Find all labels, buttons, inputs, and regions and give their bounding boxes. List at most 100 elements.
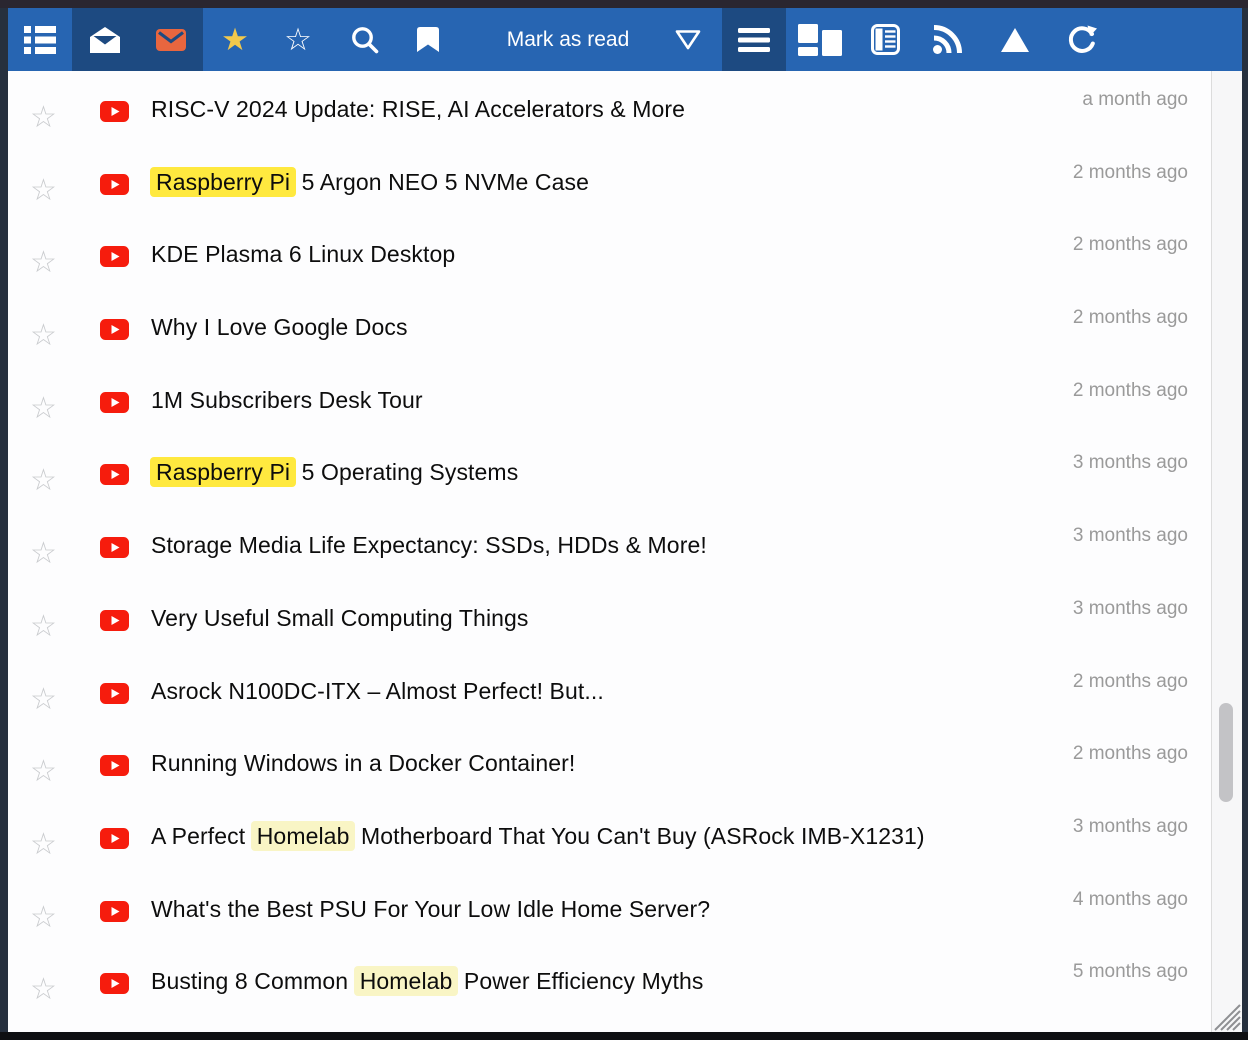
item-date: 2 months ago bbox=[1073, 380, 1188, 402]
list-item[interactable]: ☆ What's the Best PSU For Your Low Idle … bbox=[8, 872, 1212, 945]
list-item[interactable]: ☆ Asrock N100DC-ITX – Almost Perfect! Bu… bbox=[8, 654, 1212, 727]
mark-as-read-button[interactable]: Mark as read bbox=[458, 8, 678, 71]
subscribe-feed-button[interactable] bbox=[919, 8, 975, 71]
window-frame-bottom bbox=[0, 1032, 1248, 1040]
star-outline-icon[interactable]: ☆ bbox=[30, 248, 57, 278]
star-outline-icon[interactable]: ☆ bbox=[30, 539, 57, 569]
menu-button[interactable] bbox=[722, 8, 786, 71]
star-outline-icon[interactable]: ☆ bbox=[30, 975, 57, 1005]
dropdown-triangle-icon bbox=[674, 29, 702, 51]
item-date: 2 months ago bbox=[1073, 671, 1188, 693]
item-title: What's the Best PSU For Your Low Idle Ho… bbox=[151, 896, 710, 923]
flag-starred-button[interactable]: ★ bbox=[207, 8, 263, 71]
list-item[interactable]: ☆ Raspberry Pi 5 Operating Systems 3 mon… bbox=[8, 435, 1212, 508]
item-date: 2 months ago bbox=[1073, 307, 1188, 329]
rss-icon bbox=[932, 25, 962, 55]
item-date: 2 months ago bbox=[1073, 743, 1188, 765]
youtube-icon bbox=[100, 901, 129, 922]
article-rows: ☆ RISC-V 2024 Update: RISE, AI Accelerat… bbox=[8, 72, 1212, 1017]
youtube-icon bbox=[100, 246, 129, 267]
scroll-to-top-button[interactable] bbox=[987, 8, 1043, 71]
scrollbar-thumb[interactable] bbox=[1219, 703, 1233, 802]
resize-grip[interactable] bbox=[1207, 997, 1241, 1031]
item-date: 2 months ago bbox=[1073, 234, 1188, 256]
list-item[interactable]: ☆ Storage Media Life Expectancy: SSDs, H… bbox=[8, 508, 1212, 581]
toolbar: ★ ☆ Mark as read bbox=[8, 8, 1242, 71]
item-date: 2 months ago bbox=[1073, 162, 1188, 184]
youtube-icon bbox=[100, 319, 129, 340]
item-title: RISC-V 2024 Update: RISE, AI Accelerator… bbox=[151, 96, 685, 123]
item-date: 4 months ago bbox=[1073, 889, 1188, 911]
refresh-icon bbox=[1066, 24, 1098, 56]
star-filled-icon: ★ bbox=[221, 24, 249, 55]
mark-read-envelope-button[interactable] bbox=[90, 27, 120, 53]
list-icon bbox=[24, 26, 56, 54]
list-item[interactable]: ☆ RISC-V 2024 Update: RISE, AI Accelerat… bbox=[8, 72, 1212, 145]
youtube-icon bbox=[100, 464, 129, 485]
star-outline-icon[interactable]: ☆ bbox=[30, 176, 57, 206]
list-view-button[interactable] bbox=[12, 8, 68, 71]
article-pane-button[interactable] bbox=[857, 8, 913, 71]
item-date: 3 months ago bbox=[1073, 816, 1188, 838]
item-title: Raspberry Pi 5 Operating Systems bbox=[151, 459, 518, 486]
list-item[interactable]: ☆ Running Windows in a Docker Container!… bbox=[8, 726, 1212, 799]
article-list: ☆ RISC-V 2024 Update: RISE, AI Accelerat… bbox=[8, 71, 1242, 1032]
item-title: Storage Media Life Expectancy: SSDs, HDD… bbox=[151, 532, 707, 559]
item-title: A Perfect Homelab Motherboard That You C… bbox=[151, 823, 925, 850]
scrollbar-track[interactable] bbox=[1211, 71, 1242, 1032]
star-outline-icon[interactable]: ☆ bbox=[30, 757, 57, 787]
item-date: 5 months ago bbox=[1073, 961, 1188, 983]
feed-reader-window: ★ ☆ Mark as read bbox=[8, 8, 1242, 1032]
item-title: Running Windows in a Docker Container! bbox=[151, 750, 575, 777]
item-date: 3 months ago bbox=[1073, 525, 1188, 547]
item-date: a month ago bbox=[1082, 89, 1188, 111]
item-title: Very Useful Small Computing Things bbox=[151, 605, 529, 632]
list-item[interactable]: ☆ Very Useful Small Computing Things 3 m… bbox=[8, 581, 1212, 654]
star-outline-icon[interactable]: ☆ bbox=[30, 830, 57, 860]
mark-unread-envelope-button[interactable] bbox=[156, 29, 186, 51]
star-outline-icon[interactable]: ☆ bbox=[30, 394, 57, 424]
youtube-icon bbox=[100, 828, 129, 849]
layout-view-button[interactable] bbox=[788, 8, 852, 71]
list-item[interactable]: ☆ KDE Plasma 6 Linux Desktop 2 months ag… bbox=[8, 217, 1212, 290]
item-date: 3 months ago bbox=[1073, 598, 1188, 620]
star-outline-icon[interactable]: ☆ bbox=[30, 103, 57, 133]
unflag-star-button[interactable]: ☆ bbox=[270, 8, 326, 71]
item-date: 3 months ago bbox=[1073, 452, 1188, 474]
list-item[interactable]: ☆ Raspberry Pi 5 Argon NEO 5 NVMe Case 2… bbox=[8, 145, 1212, 218]
read-filter-group bbox=[72, 8, 203, 71]
youtube-icon bbox=[100, 101, 129, 122]
item-title: Why I Love Google Docs bbox=[151, 314, 408, 341]
star-outline-icon[interactable]: ☆ bbox=[30, 466, 57, 496]
youtube-icon bbox=[100, 973, 129, 994]
open-envelope-icon bbox=[90, 27, 120, 53]
youtube-icon bbox=[100, 683, 129, 704]
layout-grid-icon bbox=[798, 24, 842, 56]
search-icon bbox=[350, 25, 379, 54]
youtube-icon bbox=[100, 174, 129, 195]
menu-icon bbox=[738, 27, 770, 53]
list-item[interactable]: ☆ A Perfect Homelab Motherboard That You… bbox=[8, 799, 1212, 872]
search-button[interactable] bbox=[336, 8, 392, 71]
refresh-button[interactable] bbox=[1054, 8, 1110, 71]
youtube-icon bbox=[100, 610, 129, 631]
mark-read-dropdown-button[interactable] bbox=[660, 8, 716, 71]
star-outline-icon: ☆ bbox=[284, 24, 312, 55]
item-title: Asrock N100DC-ITX – Almost Perfect! But.… bbox=[151, 678, 604, 705]
youtube-icon bbox=[100, 392, 129, 413]
bookmark-button[interactable] bbox=[400, 8, 456, 71]
star-outline-icon[interactable]: ☆ bbox=[30, 903, 57, 933]
star-outline-icon[interactable]: ☆ bbox=[30, 612, 57, 642]
list-item[interactable]: ☆ Busting 8 Common Homelab Power Efficie… bbox=[8, 944, 1212, 1017]
list-item[interactable]: ☆ 1M Subscribers Desk Tour 2 months ago bbox=[8, 363, 1212, 436]
star-outline-icon[interactable]: ☆ bbox=[30, 321, 57, 351]
bookmark-icon bbox=[416, 26, 440, 53]
mark-as-read-label: Mark as read bbox=[507, 28, 630, 52]
youtube-icon bbox=[100, 755, 129, 776]
star-outline-icon[interactable]: ☆ bbox=[30, 685, 57, 715]
youtube-icon bbox=[100, 537, 129, 558]
unread-envelope-icon bbox=[156, 29, 186, 51]
item-title: Busting 8 Common Homelab Power Efficienc… bbox=[151, 968, 703, 995]
triangle-up-icon bbox=[1000, 27, 1030, 53]
list-item[interactable]: ☆ Why I Love Google Docs 2 months ago bbox=[8, 290, 1212, 363]
